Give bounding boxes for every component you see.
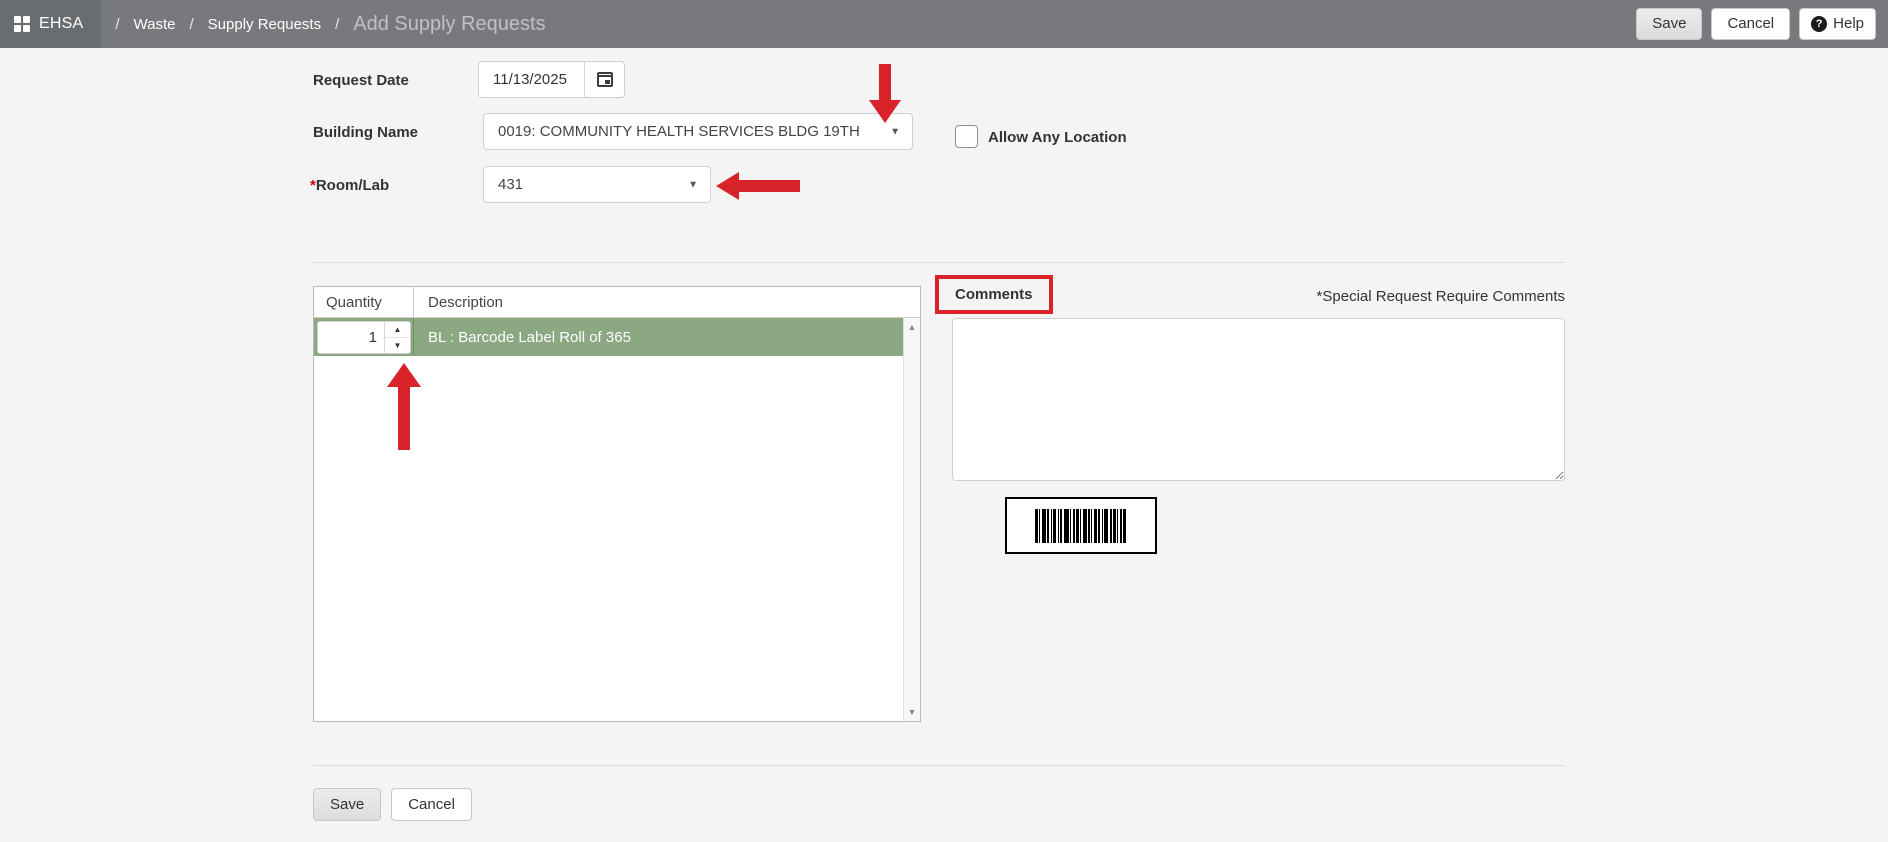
- allow-any-location-checkbox[interactable]: [955, 125, 978, 148]
- barcode-bars: [1034, 508, 1128, 543]
- cancel-button-bottom[interactable]: Cancel: [391, 788, 472, 822]
- request-date-picker: [478, 61, 625, 98]
- allow-any-location-label[interactable]: Allow Any Location: [988, 129, 1127, 146]
- decrement-button[interactable]: ▼: [385, 337, 410, 353]
- annotation-arrow-up-icon: [387, 363, 421, 387]
- quantity-stepper: ▲ ▼: [317, 320, 411, 354]
- chevron-down-icon: ▼: [688, 179, 698, 190]
- annotation-arrow-left-shaft: [738, 180, 800, 192]
- increment-button[interactable]: ▲: [385, 321, 410, 338]
- special-request-note: *Special Request Require Comments: [1316, 288, 1565, 305]
- app-logo-tab[interactable]: EHSA: [0, 0, 102, 48]
- quantity-input[interactable]: [318, 321, 384, 353]
- supply-items-table: Quantity Description ▲ ▼ BL : Barcode La…: [313, 286, 921, 722]
- help-icon: ?: [1811, 16, 1828, 32]
- app-name: EHSA: [39, 15, 84, 32]
- table-row[interactable]: ▲ ▼ BL : Barcode Label Roll of 365: [314, 318, 903, 356]
- chevron-down-icon: ▼: [890, 126, 900, 137]
- annotation-arrow-down-icon: [869, 100, 901, 123]
- room-lab-dropdown[interactable]: 431 ▼: [483, 166, 711, 203]
- calendar-icon: [596, 72, 613, 87]
- breadcrumb-separator: /: [189, 15, 194, 33]
- breadcrumb-item-supply-requests[interactable]: Supply Requests: [208, 16, 321, 33]
- comments-label-annotation: Comments: [935, 275, 1053, 314]
- breadcrumb: / Waste / Supply Requests / Add Supply R…: [115, 13, 545, 36]
- save-button-bottom[interactable]: Save: [313, 788, 382, 822]
- footer-actions: Save Cancel: [313, 788, 472, 822]
- breadcrumb-separator: /: [115, 15, 120, 33]
- comments-textarea[interactable]: [952, 318, 1565, 481]
- quantity-cell: ▲ ▼: [314, 318, 414, 356]
- breadcrumb-item-waste[interactable]: Waste: [134, 16, 176, 33]
- description-cell: BL : Barcode Label Roll of 365: [428, 328, 631, 346]
- calendar-button[interactable]: [584, 62, 624, 97]
- building-name-label: Building Name: [313, 124, 419, 141]
- topbar-actions: Save Cancel ? Help: [1636, 8, 1888, 40]
- annotation-arrow-left-icon: [716, 172, 739, 200]
- building-name-value: 0019: COMMUNITY HEALTH SERVICES BLDG 19T…: [498, 123, 860, 140]
- request-date-input[interactable]: [479, 62, 584, 97]
- cancel-button-top[interactable]: Cancel: [1711, 8, 1791, 40]
- help-button[interactable]: ? Help: [1799, 8, 1876, 40]
- scroll-up-icon[interactable]: ▲: [904, 322, 920, 332]
- page-title: Add Supply Requests: [353, 12, 546, 35]
- request-date-label: Request Date: [313, 72, 409, 89]
- room-lab-value: 431: [498, 176, 524, 193]
- table-header-row: Quantity Description: [314, 287, 920, 318]
- add-supply-requests-page: EHSA / Waste / Supply Requests / Add Sup…: [0, 0, 1888, 842]
- barcode-image: [1005, 497, 1157, 554]
- footer-divider: [313, 765, 1565, 766]
- quantity-spin-buttons: ▲ ▼: [384, 321, 410, 353]
- building-name-dropdown[interactable]: 0019: COMMUNITY HEALTH SERVICES BLDG 19T…: [483, 113, 913, 150]
- scroll-down-icon[interactable]: ▼: [904, 707, 920, 717]
- room-lab-label: *Room/Lab: [310, 177, 390, 194]
- breadcrumb-separator: /: [335, 15, 340, 33]
- grid-icon: [14, 16, 30, 32]
- section-divider: [313, 262, 1565, 263]
- comments-label: Comments: [955, 286, 1033, 303]
- annotation-arrow-down-shaft: [879, 64, 891, 101]
- table-scrollbar[interactable]: ▲ ▼: [903, 318, 920, 721]
- top-navigation-bar: EHSA / Waste / Supply Requests / Add Sup…: [0, 0, 1888, 48]
- save-button-top[interactable]: Save: [1636, 8, 1703, 40]
- description-column-header: Description: [428, 293, 504, 311]
- help-label: Help: [1833, 15, 1864, 33]
- annotation-arrow-up-shaft: [398, 386, 410, 450]
- quantity-column-header: Quantity: [314, 287, 414, 317]
